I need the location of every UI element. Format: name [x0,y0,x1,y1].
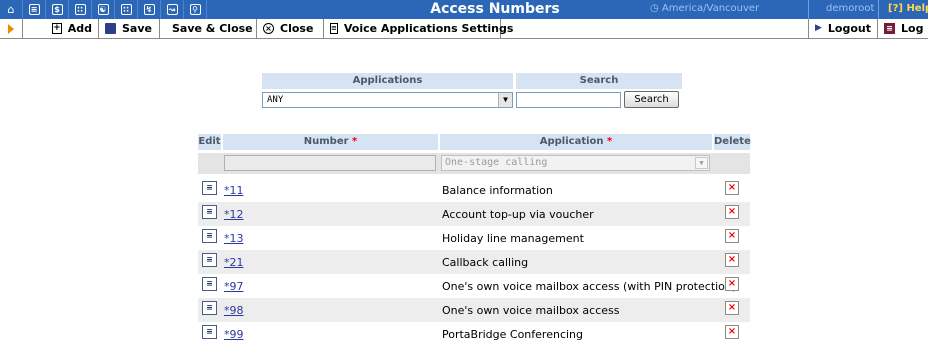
number-link[interactable]: *12 [224,208,244,221]
logout-button[interactable]: ▶ Logout [808,19,878,38]
application-name: One's own voice mailbox access (with PIN… [442,280,737,293]
application-name: Balance information [442,184,553,197]
log-label: Log [901,22,924,35]
header-divider [878,0,879,19]
help-link[interactable]: [?] Help [888,3,928,14]
number-link[interactable]: *99 [224,328,244,341]
edit-icon[interactable]: ≡ [202,181,217,195]
table-row: ≡ *13 Holiday line management × [198,226,750,250]
add-button[interactable]: + Add [46,19,99,38]
application-name: Account top-up via voucher [442,208,594,221]
top-header-bar: ⌂ ≡ $ ∷ ☯ ∷ ↯ ↝ ⚲ Access Numbers ◷ Ameri… [0,0,928,19]
save-button[interactable]: Save [99,19,160,38]
number-link[interactable]: *21 [224,256,244,269]
person-icon[interactable]: ☯ [92,0,115,19]
page-title: Access Numbers [430,1,560,17]
toolbar-divider [22,19,23,38]
application-name: Holiday line management [442,232,584,245]
close-button[interactable]: × Close [257,19,324,38]
search-filter-header: Search [516,73,682,89]
phone-icon[interactable]: ↯ [138,0,161,19]
required-mark: * [607,136,613,147]
add-icon: + [52,23,62,34]
search-icon[interactable]: ⚲ [184,0,207,19]
delete-column-header: Delete [714,134,751,150]
table-row: ≡ *11 Balance information × [198,178,750,202]
logout-icon: ▶ [815,23,822,33]
log-icon: ≡ [884,23,895,34]
new-application-select[interactable]: One-stage calling ▼ [441,155,710,171]
new-number-input[interactable] [224,155,436,171]
application-name: PortaBridge Conferencing [442,328,584,341]
list-icon[interactable]: ≡ [23,0,46,19]
current-user: demoroot [826,3,875,14]
delete-icon[interactable]: × [725,229,739,243]
edit-icon[interactable]: ≡ [202,253,217,267]
number-column-header: Number * [223,134,438,150]
edit-icon[interactable]: ≡ [202,205,217,219]
chart-icon[interactable]: ↝ [161,0,184,19]
new-application-value: One-stage calling [445,157,548,168]
home-icon[interactable]: ⌂ [0,0,23,19]
delete-icon[interactable]: × [725,253,739,267]
required-mark: * [352,136,358,147]
edit-icon[interactable]: ≡ [202,277,217,291]
voice-settings-button[interactable]: ≡ Voice Applications Settings [324,19,513,38]
edit-column-header: Edit [198,134,221,150]
voice-settings-label: Voice Applications Settings [343,22,514,35]
toolbar: + Add Save Save & Close × Close ≡ Voice … [0,19,928,39]
search-button[interactable]: Search [624,91,679,108]
number-link[interactable]: *98 [224,304,244,317]
timezone-label[interactable]: America/Vancouver [662,3,759,14]
delete-icon[interactable]: × [725,301,739,315]
save-label: Save [122,22,152,35]
delete-icon[interactable]: × [725,277,739,291]
timezone-link[interactable]: ◷ America/Vancouver [650,3,759,14]
application-column-header: Application * [440,134,712,150]
logout-label: Logout [827,22,872,35]
dollar-icon[interactable]: $ [46,0,69,19]
edit-icon[interactable]: ≡ [202,325,217,339]
table-row: ≡ *12 Account top-up via voucher × [198,202,750,226]
play-arrow-icon [8,24,14,34]
customers-icon[interactable]: ∷ [115,0,138,19]
application-name: One's own voice mailbox access [442,304,620,317]
number-link[interactable]: *97 [224,280,244,293]
table-row: ≡ *99 PortaBridge Conferencing × [198,322,750,346]
edit-icon[interactable]: ≡ [202,229,217,243]
edit-icon[interactable]: ≡ [202,301,217,315]
chevron-down-icon[interactable]: ▼ [695,157,708,169]
applications-select[interactable]: ANY ▼ [262,92,513,108]
delete-icon[interactable]: × [725,205,739,219]
grid-icon[interactable]: ∷ [69,0,92,19]
applications-select-value: ANY [267,95,284,105]
save-close-button[interactable]: Save & Close [160,19,257,38]
document-icon: ≡ [330,23,338,34]
applications-filter-header: Applications [262,73,513,89]
number-link[interactable]: *13 [224,232,244,245]
log-button[interactable]: ≡ Log [878,19,928,38]
close-icon: × [263,23,274,34]
delete-icon[interactable]: × [725,325,739,339]
help-label[interactable]: Help [906,3,928,14]
table-row: ≡ *98 One's own voice mailbox access × [198,298,750,322]
chevron-down-icon[interactable]: ▼ [498,93,512,107]
table-row: ≡ *97 One's own voice mailbox access (with… [198,274,750,298]
save-close-label: Save & Close [172,22,253,35]
add-label: Add [67,22,92,35]
table-row: ≡ *21 Callback calling × [198,250,750,274]
search-input[interactable] [516,92,621,108]
header-divider [808,0,809,19]
number-header-label: Number [303,136,349,147]
application-header-label: Application [539,136,604,147]
floppy-icon [105,23,116,34]
number-link[interactable]: *11 [224,184,244,197]
close-label: Close [280,22,314,35]
application-name: Callback calling [442,256,529,269]
delete-icon[interactable]: × [725,181,739,195]
nav-icon-bar: ⌂ ≡ $ ∷ ☯ ∷ ↯ ↝ ⚲ [0,0,207,19]
